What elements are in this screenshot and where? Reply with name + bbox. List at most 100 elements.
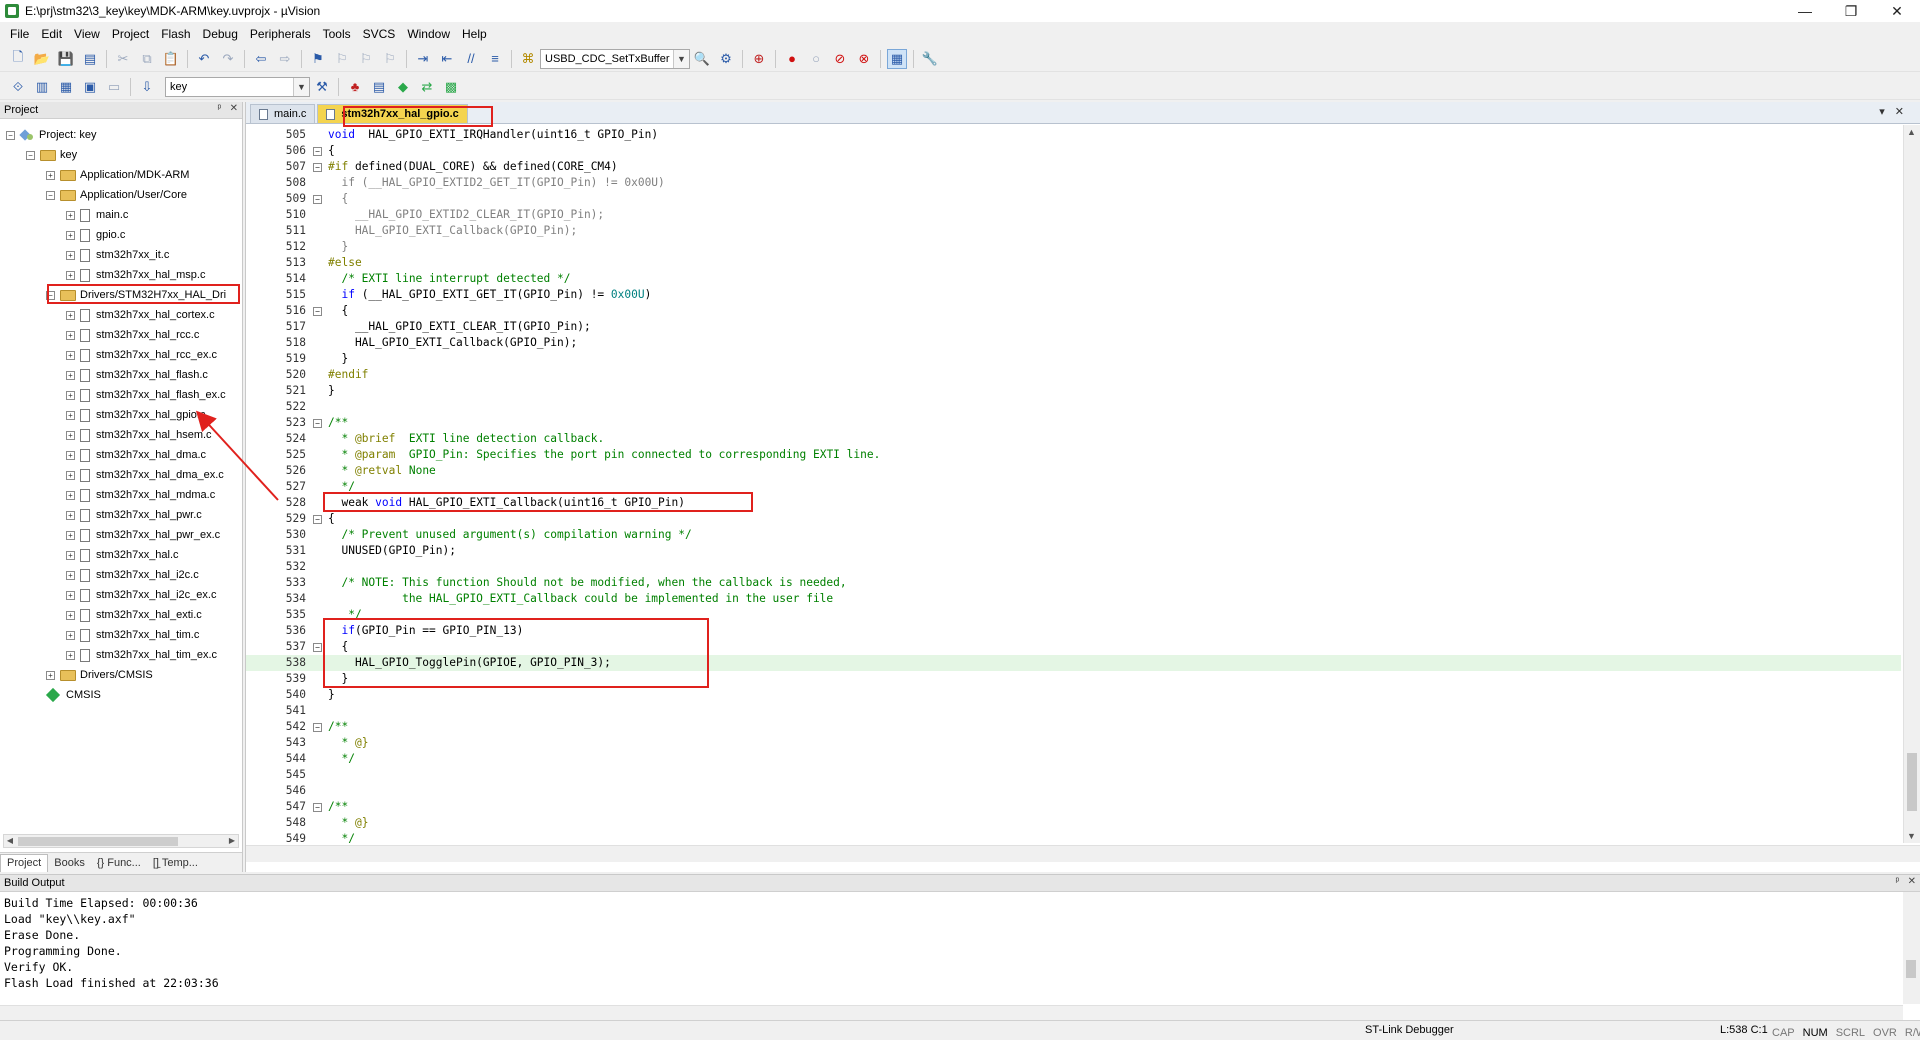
tree-folder-item[interactable]: − Project: key — [6, 125, 96, 145]
tree-file-item[interactable]: + gpio.c — [66, 225, 125, 245]
expand-icon[interactable]: + — [66, 390, 75, 400]
code-line[interactable]: 520 #endif — [246, 367, 1901, 383]
tree-file-item[interactable]: + stm32h7xx_hal_flash.c — [66, 365, 208, 385]
expand-icon[interactable]: + — [66, 610, 75, 620]
indent-icon[interactable]: ⇥ — [413, 49, 433, 69]
build-output-text[interactable]: Build Time Elapsed: 00:00:36 Load "key\\k… — [0, 892, 1920, 994]
code-line[interactable]: 546 — [246, 783, 1901, 799]
paste-icon[interactable]: 📋 — [161, 49, 181, 69]
tab-controls[interactable]: ▾✕ — [1879, 105, 1914, 118]
tree-file-item[interactable]: + stm32h7xx_hal_pwr_ex.c — [66, 525, 220, 545]
tree-file-item[interactable]: + main.c — [66, 205, 128, 225]
menu-tools[interactable]: Tools — [317, 27, 357, 41]
expand-icon[interactable]: + — [66, 250, 75, 260]
window-layout-icon[interactable]: ▦ — [887, 48, 907, 69]
navigate-back-icon[interactable]: ⇦ — [251, 49, 271, 69]
fold-collapse-icon[interactable]: − — [313, 643, 322, 652]
tree-file-item[interactable]: + stm32h7xx_hal_hsem.c — [66, 425, 212, 445]
expand-icon[interactable]: + — [46, 170, 55, 180]
code-line[interactable]: 548 * @} — [246, 815, 1901, 831]
menu-window[interactable]: Window — [401, 27, 456, 41]
close-button[interactable]: ✕ — [1874, 0, 1920, 22]
code-line[interactable]: 513 #else — [246, 255, 1901, 271]
translate-icon[interactable]: ⟐ — [8, 77, 28, 97]
scroll-up-icon[interactable]: ▲ — [1907, 127, 1916, 137]
find-in-files-icon[interactable]: ⌘ — [518, 49, 538, 69]
expand-icon[interactable]: + — [66, 310, 75, 320]
tree-file-item[interactable]: + stm32h7xx_hal_flash_ex.c — [66, 385, 226, 405]
fold-collapse-icon[interactable]: − — [313, 147, 322, 156]
rebuild-icon[interactable]: ▦ — [56, 77, 76, 97]
scrollbar-thumb[interactable] — [1907, 753, 1917, 811]
navigate-forward-icon[interactable]: ⇨ — [275, 49, 295, 69]
expand-icon[interactable]: + — [66, 590, 75, 600]
scroll-down-icon[interactable]: ▼ — [1907, 831, 1916, 841]
code-line[interactable]: 507− #if defined(DUAL_CORE) && defined(CO… — [246, 159, 1901, 175]
tree-file-item[interactable]: + stm32h7xx_hal_rcc.c — [66, 325, 199, 345]
breakpoint-disable-icon[interactable]: ○ — [806, 49, 826, 69]
build-icon[interactable]: ▥ — [32, 77, 52, 97]
save-icon[interactable]: 💾 — [56, 49, 76, 69]
menu-flash[interactable]: Flash — [155, 27, 196, 41]
menu-debug[interactable]: Debug — [197, 27, 244, 41]
find-icon[interactable]: 🔍 — [692, 49, 712, 69]
editor-horizontal-scrollbar[interactable] — [246, 845, 1920, 862]
redo-icon[interactable]: ↷ — [218, 49, 238, 69]
new-file-icon[interactable]: 🗋 — [8, 49, 28, 69]
fold-collapse-icon[interactable]: − — [313, 515, 322, 524]
pack-installer-icon[interactable]: ▩ — [441, 77, 461, 97]
project-panel-tab[interactable]: Project — [0, 853, 49, 872]
tree-file-item[interactable]: + stm32h7xx_hal_dma_ex.c — [66, 465, 224, 485]
minimize-button[interactable]: — — [1782, 0, 1828, 22]
books-tab[interactable]: Books — [48, 854, 91, 872]
unindent-icon[interactable]: ⇤ — [437, 49, 457, 69]
expand-icon[interactable]: + — [66, 330, 75, 340]
code-line[interactable]: 517 __HAL_GPIO_EXTI_CLEAR_IT(GPIO_Pin); — [246, 319, 1901, 335]
code-line[interactable]: 542−/** — [246, 719, 1901, 735]
breakpoint-kill-all-icon[interactable]: ⊗ — [854, 49, 874, 69]
templates-tab[interactable]: []̱ Temp... — [147, 854, 204, 872]
tree-folder-item[interactable]: − key — [26, 145, 77, 165]
code-line[interactable]: 521} — [246, 383, 1901, 399]
code-line[interactable]: 544 */ — [246, 751, 1901, 767]
tree-file-item[interactable]: + stm32h7xx_hal_mdma.c — [66, 485, 215, 505]
tree-file-item[interactable]: + stm32h7xx_it.c — [66, 245, 169, 265]
expand-icon[interactable]: + — [66, 430, 75, 440]
expand-icon[interactable]: + — [66, 210, 75, 220]
menu-svcs[interactable]: SVCS — [357, 27, 402, 41]
menu-help[interactable]: Help — [456, 27, 493, 41]
code-line[interactable]: 509− { — [246, 191, 1901, 207]
function-combo[interactable]: USBD_CDC_SetTxBuffer ▼ — [540, 48, 690, 69]
expand-icon[interactable]: + — [46, 670, 55, 680]
tree-folder-item[interactable]: CMSIS — [45, 685, 101, 705]
code-line[interactable]: 541 — [246, 703, 1901, 719]
expand-icon[interactable]: + — [66, 370, 75, 380]
expand-icon[interactable]: + — [66, 450, 75, 460]
functions-tab[interactable]: {} Func... — [91, 854, 147, 872]
expand-icon[interactable]: + — [66, 570, 75, 580]
tree-file-item[interactable]: + stm32h7xx_hal_tim_ex.c — [66, 645, 217, 665]
expand-icon[interactable]: + — [66, 650, 75, 660]
chevron-down-icon[interactable]: ▼ — [673, 49, 689, 68]
maximize-button[interactable]: ❐ — [1828, 0, 1874, 22]
editor-vertical-scrollbar[interactable]: ▲ ▼ — [1903, 125, 1920, 843]
project-horizontal-scrollbar[interactable]: ◀ ▶ — [3, 834, 239, 848]
scrollbar-thumb[interactable] — [1906, 960, 1916, 978]
pin-icon[interactable]: ᵖ — [217, 103, 221, 114]
code-line[interactable]: 519 } — [246, 351, 1901, 367]
code-line[interactable]: 540} — [246, 687, 1901, 703]
code-line[interactable]: 522 — [246, 399, 1901, 415]
pin-icon[interactable]: ᵖ — [1895, 876, 1899, 887]
expand-icon[interactable]: + — [66, 270, 75, 280]
editor-tab[interactable]: main.c — [250, 104, 316, 123]
tree-file-item[interactable]: + stm32h7xx_hal_cortex.c — [66, 305, 215, 325]
expand-icon[interactable]: + — [66, 410, 75, 420]
code-line[interactable]: 505 void HAL_GPIO_EXTI_IRQHandler(uint16_… — [246, 127, 1901, 143]
collapse-icon[interactable]: − — [6, 130, 15, 140]
manage-multi-project-icon[interactable]: ▤ — [369, 77, 389, 97]
tree-file-item[interactable]: + stm32h7xx_hal.c — [66, 545, 179, 565]
scroll-right-icon[interactable]: ▶ — [226, 835, 238, 847]
collapse-icon[interactable]: − — [26, 150, 35, 160]
tree-file-item[interactable]: + stm32h7xx_hal_rcc_ex.c — [66, 345, 217, 365]
undo-icon[interactable]: ↶ — [194, 49, 214, 69]
